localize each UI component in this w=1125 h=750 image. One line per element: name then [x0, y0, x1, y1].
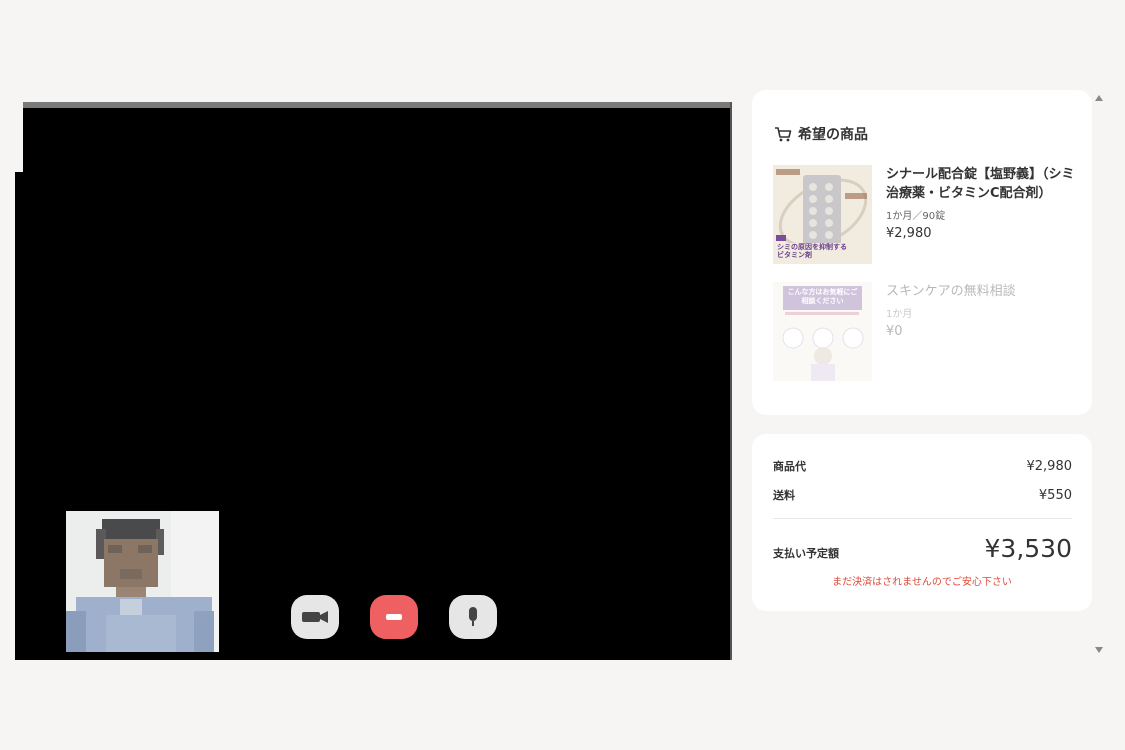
microphone-toggle-button[interactable]: [449, 595, 497, 639]
summary-row-total: 支払い予定額 ¥3,530: [773, 534, 1072, 563]
product-price: ¥0: [886, 324, 903, 339]
video-corner-gap: [15, 108, 23, 172]
product-thumbnail: こんな方はお気軽にご相談ください: [773, 282, 872, 381]
summary-row-product: 商品代 ¥2,980: [773, 458, 1072, 474]
product-name: スキンケアの無料相談: [886, 284, 1016, 299]
total-value: ¥3,530: [984, 534, 1072, 563]
desired-products-card: 希望の商品 シミの原因を抑制するビタミン剤 シナール配合錠【塩野義】（シミ治療薬…: [752, 90, 1092, 415]
product-price: ¥2,980: [886, 226, 932, 241]
camera-toggle-button[interactable]: [291, 595, 339, 639]
product-thumbnail: シミの原因を抑制するビタミン剤: [773, 165, 872, 264]
call-controls: [291, 595, 497, 639]
product-plan: 1か月: [886, 309, 913, 320]
total-label: 支払い予定額: [773, 547, 839, 560]
camera-icon: [302, 611, 328, 623]
end-call-button[interactable]: [370, 595, 418, 639]
scroll-up-icon[interactable]: [1094, 94, 1104, 102]
product-plan: 1か月／90錠: [886, 211, 946, 222]
product-thumbnail-caption: こんな方はお気軽にご相談ください: [787, 288, 858, 305]
scroll-down-icon[interactable]: [1094, 646, 1104, 654]
self-view-video: [66, 511, 219, 652]
payment-summary-card: 商品代 ¥2,980 送料 ¥550 支払い予定額 ¥3,530 まだ決済はされ…: [752, 434, 1092, 611]
shipping-value: ¥550: [1038, 488, 1072, 503]
product-thumbnail-caption: シミの原因を抑制するビタミン剤: [777, 243, 847, 259]
video-call-area: [15, 102, 732, 660]
product-cost-value: ¥2,980: [1026, 459, 1073, 474]
products-title-text: 希望の商品: [798, 127, 868, 143]
product-name: シナール配合錠【塩野義】（シミ治療薬・ビタミンC配合剤）: [886, 167, 1075, 201]
product-cost-label: 商品代: [773, 460, 806, 473]
video-left-strip: [15, 172, 23, 660]
summary-row-shipping: 送料 ¥550: [773, 487, 1072, 503]
shipping-label: 送料: [773, 489, 795, 502]
end-call-icon: [386, 614, 402, 620]
summary-divider: [773, 518, 1072, 519]
microphone-icon: [469, 607, 477, 626]
video-right-border: [730, 102, 732, 660]
cart-icon: [775, 127, 792, 142]
payment-notice: まだ決済はされませんのでご安心下さい: [832, 577, 1012, 588]
products-card-title: 希望の商品: [774, 124, 868, 144]
